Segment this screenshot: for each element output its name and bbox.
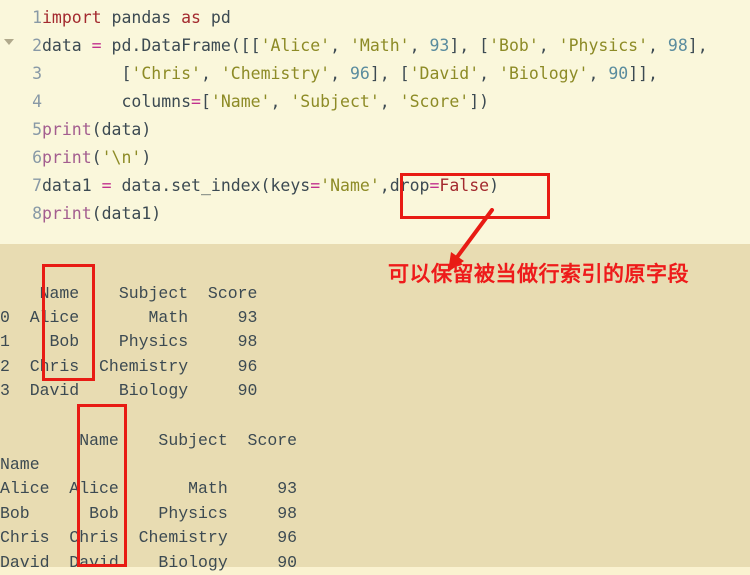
code-editor-pane[interactable]: 1import pandas as pd 2data = pd.DataFrame…: [0, 0, 750, 244]
line-number: 4: [32, 92, 42, 111]
code-token: 'Subject': [290, 92, 380, 111]
code-token: ,drop: [379, 176, 430, 195]
code-token: 'Name': [320, 176, 380, 195]
code-token: ]],: [628, 64, 658, 83]
code-token: '\n': [101, 148, 142, 167]
code-line-list: 1import pandas as pd 2data = pd.DataFrame…: [0, 4, 750, 228]
code-token: ,: [588, 64, 609, 83]
code-token: ,: [330, 64, 350, 83]
code-token: ]): [469, 92, 490, 111]
code-token: False: [439, 176, 490, 195]
code-token: ], [: [369, 64, 410, 83]
code-token: ,: [200, 64, 221, 83]
code-token: =: [429, 176, 440, 195]
line-number: 8: [32, 204, 42, 223]
code-token: (data): [91, 120, 152, 139]
code-token: 'David': [409, 64, 480, 83]
code-token: 93: [429, 36, 450, 55]
code-token: =: [91, 36, 102, 55]
code-token: (: [91, 148, 102, 167]
code-token: 'Bob': [489, 36, 539, 55]
code-token: [: [200, 92, 211, 111]
code-token: pandas: [101, 8, 182, 27]
code-token: data: [42, 36, 92, 55]
code-token: (data1): [91, 204, 162, 223]
code-token: ],: [687, 36, 708, 55]
code-token: print: [42, 204, 92, 223]
line-number: 2: [32, 36, 42, 55]
code-line[interactable]: 7data1 = data.set_index(keys='Name',drop…: [0, 172, 750, 200]
code-token: 'Math': [349, 36, 410, 55]
code-token: 'Biology': [499, 64, 589, 83]
code-token: =: [310, 176, 321, 195]
code-token: ], [: [449, 36, 490, 55]
code-token: ,: [270, 92, 291, 111]
line-number: 3: [32, 64, 42, 83]
code-token: ): [489, 176, 499, 195]
code-token: data1: [42, 176, 102, 195]
code-line[interactable]: 5print(data): [0, 116, 750, 144]
code-token: 'Physics': [558, 36, 649, 55]
code-line[interactable]: 4 columns=['Name', 'Subject', 'Score']): [0, 88, 750, 116]
code-token: ,: [330, 36, 350, 55]
line-number: 1: [32, 8, 42, 27]
code-token: print: [42, 148, 92, 167]
code-line[interactable]: 6print('\n'): [0, 144, 750, 172]
code-line[interactable]: 2data = pd.DataFrame([['Alice', 'Math', …: [0, 32, 750, 60]
code-token: data.set_index(keys: [111, 176, 311, 195]
code-token: as: [181, 8, 201, 27]
code-token: 96: [349, 64, 370, 83]
code-token: pd: [200, 8, 231, 27]
code-token: 'Name': [210, 92, 271, 111]
code-token: 98: [667, 36, 688, 55]
console-output-pane: Name Subject Score 0 Alice Math 93 1 Bob…: [0, 244, 750, 572]
code-token: ,: [379, 92, 400, 111]
code-token: print: [42, 120, 92, 139]
code-token: ,: [538, 36, 559, 55]
code-token: 'Chris': [131, 64, 201, 83]
code-token: =: [191, 92, 201, 111]
code-token: 'Chemistry': [220, 64, 331, 83]
output-dataframe-indexed: Name Subject Score Name Alice Alice Math…: [0, 430, 298, 572]
code-token: 'Score': [399, 92, 470, 111]
line-number: 6: [32, 148, 42, 167]
code-token: ,: [409, 36, 430, 55]
code-token: ,: [648, 36, 668, 55]
code-token: =: [101, 176, 112, 195]
annotation-note-text: 可以保留被当做行索引的原字段: [388, 262, 689, 286]
code-token: ,: [479, 64, 500, 83]
code-line[interactable]: 1import pandas as pd: [0, 4, 750, 32]
output-dataframe-original: Name Subject Score 0 Alice Math 93 1 Bob…: [0, 283, 258, 401]
code-token: columns: [42, 92, 192, 111]
code-line[interactable]: 3 ['Chris', 'Chemistry', 96], ['David', …: [0, 60, 750, 88]
code-token: [: [42, 64, 132, 83]
code-token: 'Alice': [260, 36, 331, 55]
code-line[interactable]: 8print(data1): [0, 200, 750, 228]
code-token: pd.DataFrame([[: [101, 36, 261, 55]
line-number: 7: [32, 176, 42, 195]
code-token: import: [42, 8, 102, 27]
line-number: 5: [32, 120, 42, 139]
screenshot-root: 1import pandas as pd 2data = pd.DataFrame…: [0, 0, 750, 572]
code-token: 90: [608, 64, 629, 83]
code-token: ): [141, 148, 152, 167]
